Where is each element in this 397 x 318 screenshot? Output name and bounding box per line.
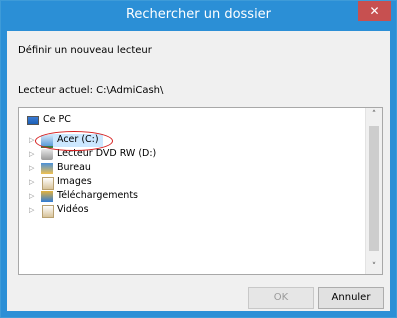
tree-item-telechargements[interactable]: ▷ Téléchargements	[29, 190, 189, 204]
expand-arrow-icon[interactable]: ▷	[29, 150, 34, 158]
cancel-button[interactable]: Annuler	[318, 287, 384, 309]
vertical-scrollbar[interactable]: ˄ ˅	[365, 108, 382, 274]
current-drive-text: Lecteur actuel: C:\AdmiCash\	[18, 85, 164, 96]
tree-item-label: Images	[57, 176, 92, 187]
window-title: Rechercher un dossier	[125, 7, 272, 22]
tree-item-bureau[interactable]: ▷ Bureau	[29, 162, 149, 176]
tree-item-label: Téléchargements	[57, 190, 138, 201]
tree-item-videos[interactable]: ▷ Vidéos	[29, 204, 149, 218]
computer-icon	[27, 116, 39, 125]
expand-arrow-icon[interactable]: ▷	[29, 178, 34, 186]
tree-item-dvd-d[interactable]: ▷ Lecteur DVD RW (D:)	[29, 148, 189, 162]
ok-button[interactable]: OK	[248, 287, 314, 309]
videos-folder-icon	[42, 205, 54, 218]
expand-arrow-icon[interactable]: ▷	[29, 206, 34, 214]
tree-item-label: Vidéos	[57, 204, 89, 215]
scrollbar-thumb[interactable]	[369, 126, 379, 251]
folder-icon	[41, 163, 53, 174]
dvd-drive-icon	[41, 149, 53, 160]
pictures-folder-icon	[42, 177, 54, 190]
folder-tree[interactable]: Ce PC ▷ Acer (C:) ▷ Lecteur DVD RW (D:) …	[18, 107, 383, 275]
scroll-up-button[interactable]: ˄	[366, 108, 382, 122]
tree-item-ce-pc[interactable]: Ce PC	[25, 114, 125, 128]
dialog-body: Définir un nouveau lecteur Lecteur actue…	[7, 31, 390, 311]
expand-arrow-icon[interactable]: ▷	[29, 192, 34, 200]
expand-arrow-icon[interactable]: ▷	[29, 164, 34, 172]
folder-browser-dialog: Rechercher un dossier ✕ Définir un nouve…	[0, 0, 397, 318]
tree-item-label: Ce PC	[43, 114, 71, 125]
title-bar[interactable]: Rechercher un dossier ✕	[1, 1, 396, 31]
instruction-text: Définir un nouveau lecteur	[18, 45, 152, 56]
close-button[interactable]: ✕	[358, 1, 391, 21]
expand-arrow-icon[interactable]: ▷	[29, 136, 34, 144]
tree-item-images[interactable]: ▷ Images	[29, 176, 149, 190]
close-icon: ✕	[369, 4, 380, 18]
red-annotation-circle	[35, 131, 113, 151]
tree-item-label: Bureau	[57, 162, 91, 173]
scroll-down-button[interactable]: ˅	[366, 260, 382, 274]
downloads-folder-icon	[41, 191, 53, 202]
